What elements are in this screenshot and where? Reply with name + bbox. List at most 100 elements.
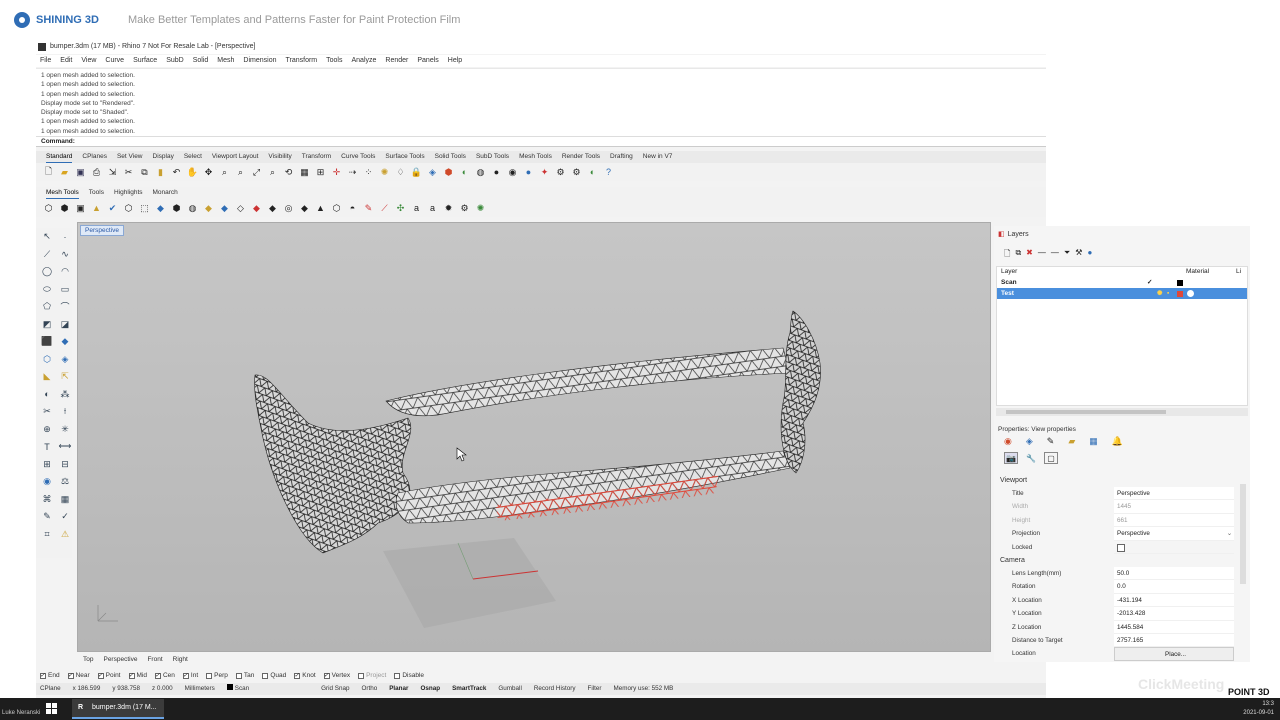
menu-transform[interactable]: Transform	[286, 55, 318, 67]
object-color-icon[interactable]: ◉	[1004, 436, 1012, 447]
viewport-tab-top[interactable]: Top	[83, 654, 93, 666]
knife-icon[interactable]: ⟋	[378, 202, 391, 215]
checkbox-icon[interactable]	[1117, 543, 1125, 552]
freeform-icon[interactable]: ⌒	[56, 298, 74, 316]
layer-row-test[interactable]: Test ✺ ▪	[997, 288, 1247, 299]
place-button[interactable]: Place...	[1114, 647, 1234, 661]
check-tool-icon[interactable]: ✓	[56, 508, 74, 526]
lightbulb-icon[interactable]: ✺	[1157, 288, 1162, 299]
join-icon[interactable]: ⊕	[38, 421, 56, 439]
paste-icon[interactable]: ▮	[154, 166, 167, 179]
viewport-tab-right[interactable]: Right	[173, 654, 188, 666]
open-folder-icon[interactable]: ▰	[58, 166, 71, 179]
status-gumball[interactable]: Gumball	[498, 683, 521, 695]
menu-mesh[interactable]: Mesh	[217, 55, 234, 67]
history-icon[interactable]: ⌘	[38, 491, 56, 509]
curve-network-icon[interactable]: ⌗	[38, 526, 56, 544]
status-filter[interactable]: Filter	[588, 683, 602, 695]
material-swatch-icon[interactable]	[1187, 290, 1194, 297]
four-views-icon[interactable]: ⊞	[314, 166, 327, 179]
osnap-project[interactable]: Project	[358, 670, 386, 681]
menu-analyze[interactable]: Analyze	[351, 55, 376, 67]
arc-icon[interactable]: ◠	[56, 263, 74, 281]
menu-render[interactable]: Render	[385, 55, 408, 67]
osnap-tan[interactable]: Tan	[235, 670, 254, 681]
mesh-triangle-icon[interactable]: ▲	[90, 202, 103, 215]
filter-icon[interactable]: ⏷	[1064, 248, 1070, 262]
analyze-icon[interactable]: ⚖	[56, 473, 74, 491]
bell-icon[interactable]: 🔔	[1112, 436, 1123, 447]
pen-icon[interactable]: ✎	[1047, 436, 1055, 447]
locked-checkbox[interactable]	[1114, 541, 1234, 554]
properties-icon[interactable]: ⬢	[442, 166, 455, 179]
undo-icon[interactable]: ↶	[170, 166, 183, 179]
mesh-tool-icon[interactable]: ⬡	[38, 351, 56, 369]
rotation-field[interactable]: 0.0	[1114, 580, 1234, 594]
pan-hand-icon[interactable]: ✋	[186, 166, 199, 179]
help-circle-icon[interactable]: ●	[1087, 248, 1092, 262]
windows-start-icon[interactable]	[46, 703, 57, 714]
osnap-int[interactable]: Int	[182, 670, 198, 682]
select-icon[interactable]: ⇢	[346, 166, 359, 179]
properties-scrollbar[interactable]	[1240, 484, 1246, 584]
wireframe-sphere-icon[interactable]: ◍	[474, 166, 487, 179]
osnap-near[interactable]: Near	[67, 670, 90, 682]
frame-icon[interactable]: ▢	[1044, 452, 1058, 464]
render-tool-icon[interactable]: ◉	[38, 473, 56, 491]
z-location-field[interactable]: 1445.584	[1114, 620, 1234, 634]
mesh-icon[interactable]: ⬡	[42, 202, 55, 215]
menu-surface[interactable]: Surface	[133, 55, 157, 67]
mesh-cylinder-icon[interactable]: ⬢	[170, 202, 183, 215]
column-linetype[interactable]: Li	[1236, 267, 1241, 277]
render-icon[interactable]: ✦	[538, 166, 551, 179]
column-layer[interactable]: Layer	[1001, 267, 1186, 277]
tab-mesh-tools[interactable]: Mesh Tools	[519, 151, 552, 163]
tab-viewport-layout[interactable]: Viewport Layout	[212, 151, 259, 163]
menu-curve[interactable]: Curve	[105, 55, 124, 67]
zoom-window-icon[interactable]: ⌕	[234, 166, 247, 179]
mesh-sphere-icon[interactable]: ◍	[186, 202, 199, 215]
bulb-off-icon[interactable]: ♢	[394, 166, 407, 179]
mesh-save-icon[interactable]: ▣	[74, 202, 87, 215]
menu-edit[interactable]: Edit	[60, 55, 72, 67]
status-units[interactable]: Millimeters	[185, 683, 215, 695]
status-smarttrack[interactable]: SmartTrack	[452, 683, 486, 695]
tab-display[interactable]: Display	[153, 151, 174, 163]
mesh-repair-icon[interactable]: ⬡	[122, 202, 135, 215]
osnap-mid[interactable]: Mid	[128, 670, 147, 682]
tab-monarch[interactable]: Monarch	[153, 187, 178, 199]
lightbulb-icon[interactable]: ✺	[378, 166, 391, 179]
group-icon[interactable]: ⊞	[38, 456, 56, 474]
layer-icon[interactable]: ◈	[426, 166, 439, 179]
x-location-field[interactable]: -431.194	[1114, 593, 1234, 608]
warning-icon[interactable]: ⚠	[56, 526, 74, 544]
circle-icon[interactable]: ◯	[38, 263, 56, 281]
checkbox-icon[interactable]	[97, 671, 104, 682]
tab-solid-tools[interactable]: Solid Tools	[435, 151, 466, 163]
point-icon[interactable]: ·	[56, 228, 74, 246]
osnap-point[interactable]: Point	[97, 670, 121, 682]
new-layer-icon[interactable]: 🗋	[1004, 248, 1010, 262]
color-wheel-icon[interactable]: ◐	[458, 166, 471, 179]
osnap-perp[interactable]: Perp	[206, 670, 228, 681]
checkbox-icon[interactable]	[294, 671, 301, 682]
layers-panel-title[interactable]: ◧ Layers	[998, 230, 1029, 239]
mesh-merge-icon[interactable]: ◆	[154, 202, 167, 215]
menu-view[interactable]: View	[81, 55, 96, 67]
menu-tools[interactable]: Tools	[326, 55, 342, 67]
zoom-icon[interactable]: ⌕	[218, 166, 231, 179]
chevron-down-icon[interactable]: ⌄	[1227, 527, 1232, 540]
section-camera[interactable]: Camera	[998, 554, 1234, 567]
mesh-offset-icon[interactable]: ◆	[298, 202, 311, 215]
split-icon[interactable]: ⟊	[56, 403, 74, 421]
new-file-icon[interactable]: 🗋	[42, 166, 55, 179]
mesh-cap-icon[interactable]: ⬡	[330, 202, 343, 215]
status-record-history[interactable]: Record History	[534, 683, 576, 695]
viewport-tab-perspective[interactable]: Perspective	[103, 654, 137, 666]
mesh-cut-icon[interactable]: ✣	[394, 202, 407, 215]
box-icon[interactable]: ⬛	[38, 333, 56, 351]
status-cplane[interactable]: CPlane	[40, 683, 61, 695]
menu-dimension[interactable]: Dimension	[243, 55, 276, 67]
tab-drafting[interactable]: Drafting	[610, 151, 633, 163]
checkbox-icon[interactable]	[128, 671, 135, 682]
